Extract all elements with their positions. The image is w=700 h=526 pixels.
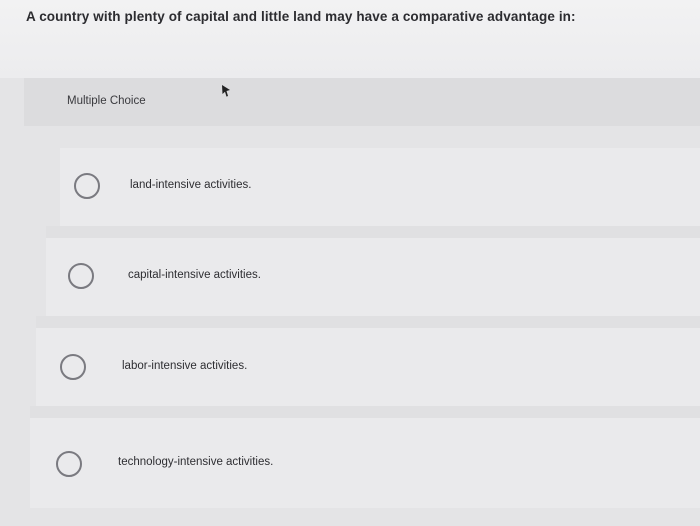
option-row[interactable]: labor-intensive activities. — [36, 328, 700, 406]
radio-button-icon[interactable] — [68, 263, 94, 289]
option-row[interactable]: capital-intensive activities. — [46, 238, 700, 316]
option-label: capital-intensive activities. — [128, 269, 261, 281]
option-label: technology-intensive activities. — [118, 456, 274, 468]
question-text: A country with plenty of capital and lit… — [26, 9, 576, 24]
radio-button-icon[interactable] — [60, 354, 86, 380]
separator — [46, 226, 700, 238]
option-row[interactable]: technology-intensive activities. — [30, 418, 700, 508]
option-label: labor-intensive activities. — [122, 360, 248, 372]
separator — [30, 406, 700, 418]
question-header: A country with plenty of capital and lit… — [0, 0, 700, 78]
mouse-pointer-icon — [222, 85, 230, 97]
question-type-label: Multiple Choice — [67, 95, 146, 107]
radio-button-icon[interactable] — [74, 173, 100, 199]
option-label: land-intensive activities. — [130, 179, 252, 191]
separator — [36, 316, 700, 328]
option-row[interactable]: land-intensive activities. — [60, 148, 700, 226]
radio-button-icon[interactable] — [56, 451, 82, 477]
answer-options: land-intensive activities. capital-inten… — [0, 126, 700, 526]
question-type-header: Multiple Choice — [24, 78, 700, 126]
